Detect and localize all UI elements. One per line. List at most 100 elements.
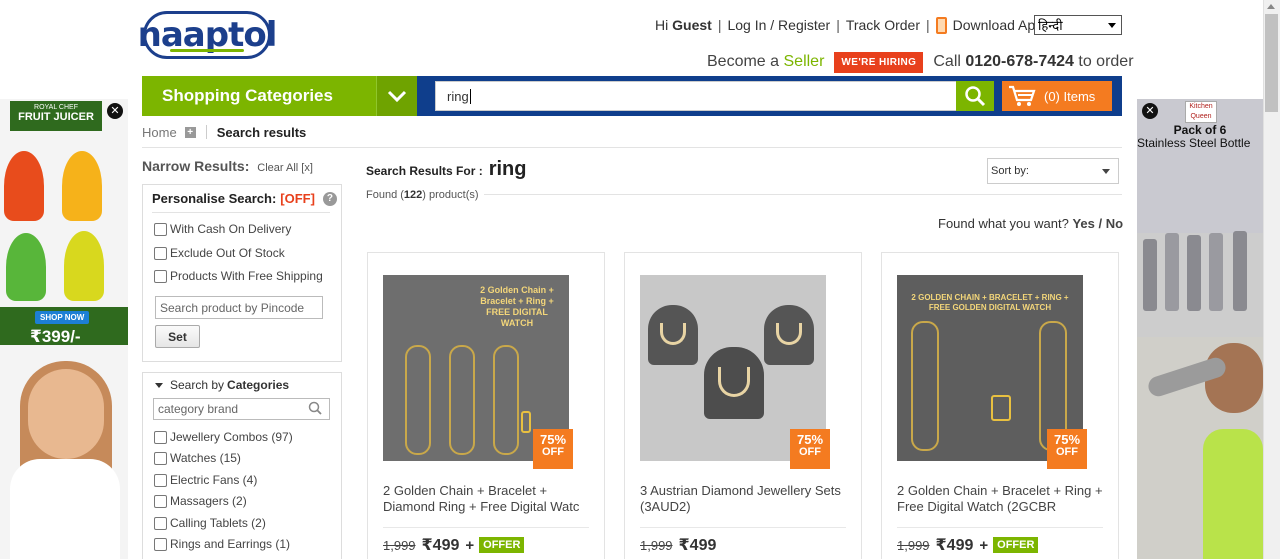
download-app-link[interactable]: Download App (953, 17, 1043, 33)
watch-shape (521, 411, 531, 433)
checkbox[interactable] (154, 430, 167, 444)
personalise-search-heading: Personalise Search: [OFF] ? (152, 191, 337, 206)
phone-icon (935, 16, 947, 34)
category-search-input[interactable]: category brand (153, 398, 330, 420)
offer-badge[interactable]: OFFER (479, 537, 525, 553)
checkbox[interactable] (154, 222, 167, 236)
filter-free-shipping[interactable]: Products With Free Shipping (154, 269, 323, 283)
category-item[interactable]: Electric Fans (4) (154, 473, 257, 487)
filter-cod[interactable]: With Cash On Delivery (154, 222, 291, 236)
mrp: 1,999 (640, 537, 673, 553)
category-label: Jewellery Combos (97) (170, 430, 293, 444)
discount-off: OFF (799, 446, 821, 458)
product-card[interactable]: 75% OFF 3 Austrian Diamond Jewellery Sets… (624, 252, 862, 559)
track-order-link[interactable]: Track Order (846, 17, 920, 33)
bottle-shape (1209, 233, 1223, 311)
categories-toggle[interactable] (376, 76, 417, 116)
ad-model-face (28, 369, 104, 459)
divider (383, 527, 589, 528)
set-pincode-button[interactable]: Set (155, 325, 200, 348)
category-item[interactable]: Rings and Earrings (1) (154, 537, 290, 551)
login-register-link[interactable]: Log In / Register (727, 17, 830, 33)
category-label: Electric Fans (4) (170, 473, 258, 487)
category-item[interactable]: Jewellery Combos (97) (154, 430, 293, 444)
checkbox[interactable] (154, 269, 167, 283)
search-icon[interactable] (308, 401, 322, 415)
scrollbar-thumb[interactable] (1265, 14, 1278, 112)
ad-brand-block: ROYAL CHEF FRUIT JUICER (10, 101, 102, 131)
language-select[interactable]: हिन्दी (1034, 15, 1122, 35)
pincode-input[interactable]: Search product by Pincode (155, 296, 323, 319)
discount-off: OFF (542, 446, 564, 458)
image-caption: 2 Golden Chain + Bracelet + Ring + FREE … (480, 285, 554, 328)
category-item[interactable]: Watches (15) (154, 451, 241, 465)
call-suffix: to order (1078, 53, 1134, 70)
feedback-yes-link[interactable]: Yes (1072, 216, 1094, 231)
checkbox[interactable] (154, 516, 167, 530)
ad-model-shirt (10, 459, 120, 559)
watch-shape (991, 395, 1011, 421)
category-item[interactable]: Massagers (2) (154, 494, 247, 508)
call-prefix: Call (933, 53, 961, 70)
ad-title: FRUIT JUICER (18, 111, 94, 123)
scroll-up-arrow-icon[interactable] (1267, 4, 1275, 9)
category-label: Rings and Earrings (1) (170, 537, 291, 551)
found-suffix: ) product(s) (422, 189, 479, 201)
hiring-badge[interactable]: WE'RE HIRING (834, 51, 924, 73)
feedback-no-link[interactable]: No (1106, 216, 1123, 231)
bottle-shape (1187, 235, 1201, 311)
feedback-separator: / (1098, 216, 1103, 231)
found-count: 122 (403, 189, 423, 201)
bottle-shape (1143, 239, 1157, 311)
cart-button[interactable]: (0) Items (1002, 81, 1112, 111)
greeting-prefix: Hi (655, 17, 669, 33)
right-ad-close-icon[interactable]: ✕ (1142, 103, 1158, 119)
product-title[interactable]: 2 Golden Chain + Bracelet + Diamond Ring… (383, 483, 593, 515)
left-ad-close-icon[interactable]: ✕ (107, 103, 123, 119)
clear-all-link[interactable]: Clear All [x] (257, 162, 313, 174)
category-label: Massagers (2) (170, 494, 247, 508)
left-ad-banner[interactable]: ROYAL CHEF FRUIT JUICER SHOP NOW ₹399/- (0, 99, 128, 559)
chevron-down-icon (1108, 22, 1116, 28)
product-card[interactable]: 2 Golden Chain + Bracelet + Ring + FREE … (367, 252, 605, 559)
breadcrumb-home[interactable]: Home (142, 125, 177, 140)
seller-line: Become a Seller WE'RE HIRING Call 0120-6… (707, 51, 1134, 73)
sale-price: ₹499 (678, 537, 717, 554)
checkbox[interactable] (154, 246, 167, 260)
divider (152, 212, 330, 213)
offer-badge[interactable]: OFFER (993, 537, 1039, 553)
checkbox[interactable] (154, 451, 167, 465)
discount-off: OFF (1056, 446, 1078, 458)
juicer-image-green (6, 233, 46, 301)
narrow-results-heading: Narrow Results: Clear All [x] (142, 158, 313, 174)
checkbox[interactable] (154, 537, 167, 551)
discount-value: 75% (796, 432, 824, 447)
mrp: 1,999 (897, 537, 930, 553)
search-input[interactable]: ring (435, 81, 957, 111)
divider (897, 527, 1103, 528)
right-ad-banner[interactable]: Kitchen Queen Pack of 6 Stainless Steel … (1137, 99, 1263, 559)
category-item[interactable]: Calling Tablets (2) (154, 516, 266, 530)
sort-by-select[interactable]: Sort by: (987, 158, 1119, 184)
product-title[interactable]: 2 Golden Chain + Bracelet + Ring + Free … (897, 483, 1107, 515)
logo-underline (170, 49, 244, 52)
checkbox[interactable] (154, 473, 167, 487)
discount-badge: 75% OFF (1047, 429, 1087, 469)
chevron-down-icon (1102, 168, 1110, 174)
product-title[interactable]: 3 Austrian Diamond Jewellery Sets (3AUD2… (640, 483, 850, 515)
personalise-state[interactable]: [OFF] (280, 191, 315, 206)
product-card[interactable]: 2 GOLDEN CHAIN + BRACELET + RING + FREE … (881, 252, 1119, 559)
seller-link[interactable]: Seller (784, 53, 825, 71)
filter-label: Exclude Out Of Stock (170, 246, 285, 260)
shop-now-button[interactable]: SHOP NOW (35, 311, 90, 324)
shopping-categories-button[interactable]: Shopping Categories (142, 76, 376, 116)
divider (142, 147, 1122, 148)
naaptol-logo[interactable]: naaptol (138, 11, 277, 59)
category-label: Watches (15) (170, 451, 241, 465)
filter-exclude-out-of-stock[interactable]: Exclude Out Of Stock (154, 246, 285, 260)
help-icon[interactable]: ? (322, 191, 337, 206)
narrow-results-label: Narrow Results: (142, 158, 250, 174)
search-button[interactable] (956, 81, 994, 111)
search-by-categories-heading[interactable]: Search by Categories (155, 378, 289, 392)
checkbox[interactable] (154, 494, 167, 508)
